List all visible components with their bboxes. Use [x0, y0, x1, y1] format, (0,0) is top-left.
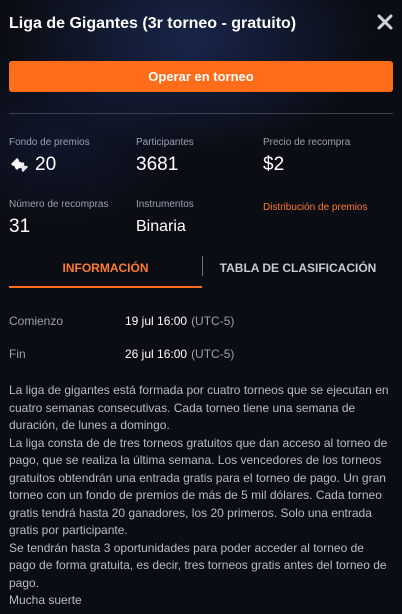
participants-stat: Participantes 3681	[136, 137, 194, 176]
start-value: 19 jul 16:00	[125, 314, 188, 328]
participants-label: Participantes	[136, 137, 194, 148]
prize-fund-label: Fondo de premios	[9, 137, 90, 148]
tournament-details-screen: Liga de Gigantes (3r torneo - gratuito) …	[0, 0, 402, 614]
instruments-value: Binaria	[136, 218, 186, 235]
tickets-icon	[9, 156, 29, 174]
tab-information[interactable]: INFORMACIÓN	[9, 250, 202, 286]
prize-distribution-link[interactable]: Distribución de premios	[263, 202, 368, 213]
rebuys-label: Número de recompras	[9, 199, 109, 210]
description-paragraph: Mucha suerte	[9, 593, 82, 607]
description-paragraph: Se tendrán hasta 3 oportunidades para po…	[9, 540, 387, 590]
instruments-stat: Instrumentos Binaria	[136, 199, 194, 236]
prize-fund-value-row: 20	[9, 154, 90, 176]
end-timezone: (UTC-5)	[191, 347, 235, 361]
prize-fund-stat: Fondo de premios 20	[9, 137, 90, 176]
end-label: Fin	[9, 347, 26, 361]
close-icon[interactable]	[376, 13, 394, 31]
description-paragraph: La liga de gigantes está formada por cua…	[9, 383, 389, 432]
description-paragraph: La liga consta de de tres torneos gratui…	[9, 435, 388, 538]
header: Liga de Gigantes (3r torneo - gratuito)	[0, 0, 402, 50]
divider	[9, 113, 393, 114]
tournament-description: La liga de gigantes está formada por cua…	[9, 382, 393, 610]
active-tab-indicator	[9, 286, 202, 288]
participants-value: 3681	[136, 154, 179, 175]
start-timezone: (UTC-5)	[191, 314, 235, 328]
prize-fund-value: 20	[35, 154, 57, 175]
rebuys-value: 31	[9, 216, 31, 237]
instruments-label: Instrumentos	[136, 199, 194, 210]
start-value-group: 19 jul 16:00 (UTC-5)	[125, 314, 234, 328]
trade-in-tournament-button[interactable]: Operar en torneo	[9, 61, 393, 92]
rebuy-price-stat: Precio de recompra $2	[263, 137, 350, 176]
rebuy-price-label: Precio de recompra	[263, 137, 351, 148]
page-title: Liga de Gigantes (3r torneo - gratuito)	[9, 15, 297, 32]
end-value-group: 26 jul 16:00 (UTC-5)	[125, 347, 234, 361]
end-value: 26 jul 16:00	[125, 347, 188, 361]
rebuy-price-value: $2	[263, 154, 285, 175]
tab-leaderboard[interactable]: TABLA DE CLASIFICACIÓN	[203, 250, 393, 286]
start-label: Comienzo	[9, 314, 64, 328]
rebuys-stat: Número de recompras 31	[9, 199, 108, 238]
tab-bar: INFORMACIÓN TABLA DE CLASIFICACIÓN	[0, 250, 402, 290]
